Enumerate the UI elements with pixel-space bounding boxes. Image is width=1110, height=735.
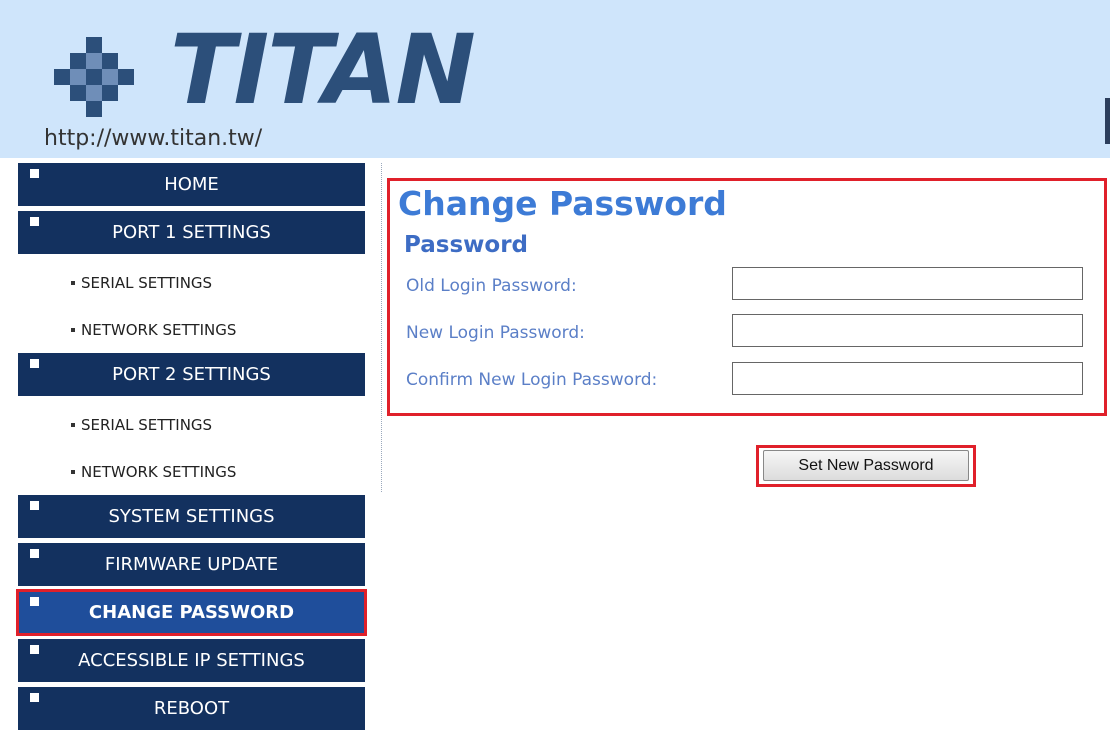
sidebar-item-label: PORT 1 SETTINGS [112,222,271,243]
sidebar-item-reboot[interactable]: REBOOT [18,687,365,730]
titan-logo-icon [54,37,134,117]
sidebar-item-change-password[interactable]: CHANGE PASSWORD [16,589,367,636]
sidebar-item-label: REBOOT [153,698,230,719]
sidebar-item-label: HOME [164,174,219,195]
sidebar-item-label: SERIAL SETTINGS [81,273,213,292]
confirm-password-input[interactable] [732,362,1083,395]
header-edge-decoration [1105,98,1110,144]
sidebar-subitem-port2-serial[interactable]: SERIAL SETTINGS [18,401,365,448]
sub-bullet-icon [71,469,75,474]
sidebar-item-label: FIRMWARE UPDATE [104,554,279,575]
sub-bullet-icon [71,422,75,427]
sidebar-item-label: CHANGE PASSWORD [88,602,295,623]
sidebar-item-label: NETWORK SETTINGS [81,320,237,339]
nav-bullet-icon [30,217,39,226]
site-header: TITAN http://www.titan.tw/ [0,0,1110,158]
sidebar-item-label: SYSTEM SETTINGS [108,506,275,527]
sub-bullet-icon [71,280,75,285]
sidebar-subitem-port1-serial[interactable]: SERIAL SETTINGS [18,259,365,306]
section-title: Password [404,232,528,258]
new-password-label: New Login Password: [406,323,585,343]
sidebar-subitem-port1-network[interactable]: NETWORK SETTINGS [18,306,365,353]
sidebar-item-label: SERIAL SETTINGS [81,415,213,434]
sidebar-item-home[interactable]: HOME [18,163,365,206]
logo-text: TITAN [170,14,476,126]
sidebar-item-label: ACCESSIBLE IP SETTINGS [78,650,305,671]
nav-bullet-icon [30,501,39,510]
sidebar-divider [381,163,382,492]
old-password-input[interactable] [732,267,1083,300]
sidebar-nav: HOME PORT 1 SETTINGS SERIAL SETTINGS NET… [16,163,367,735]
sidebar-item-system-settings[interactable]: SYSTEM SETTINGS [18,495,365,538]
nav-bullet-icon [30,169,39,178]
sidebar-item-port1-settings[interactable]: PORT 1 SETTINGS [18,211,365,254]
sidebar-item-label: NETWORK SETTINGS [81,462,237,481]
old-password-label: Old Login Password: [406,276,577,296]
new-password-input[interactable] [732,314,1083,347]
nav-bullet-icon [30,549,39,558]
logo-url: http://www.titan.tw/ [44,126,263,151]
set-new-password-button[interactable]: Set New Password [763,450,969,481]
page-title: Change Password [398,184,727,223]
nav-bullet-icon [30,645,39,654]
sidebar-subitem-port2-network[interactable]: NETWORK SETTINGS [18,448,365,495]
nav-bullet-icon [30,359,39,368]
nav-bullet-icon [30,597,39,606]
sidebar-item-label: PORT 2 SETTINGS [112,364,271,385]
sidebar-item-accessible-ip-settings[interactable]: ACCESSIBLE IP SETTINGS [18,639,365,682]
nav-bullet-icon [30,693,39,702]
sidebar-item-port2-settings[interactable]: PORT 2 SETTINGS [18,353,365,396]
sub-bullet-icon [71,327,75,332]
confirm-password-label: Confirm New Login Password: [406,370,658,390]
sidebar-item-firmware-update[interactable]: FIRMWARE UPDATE [18,543,365,586]
